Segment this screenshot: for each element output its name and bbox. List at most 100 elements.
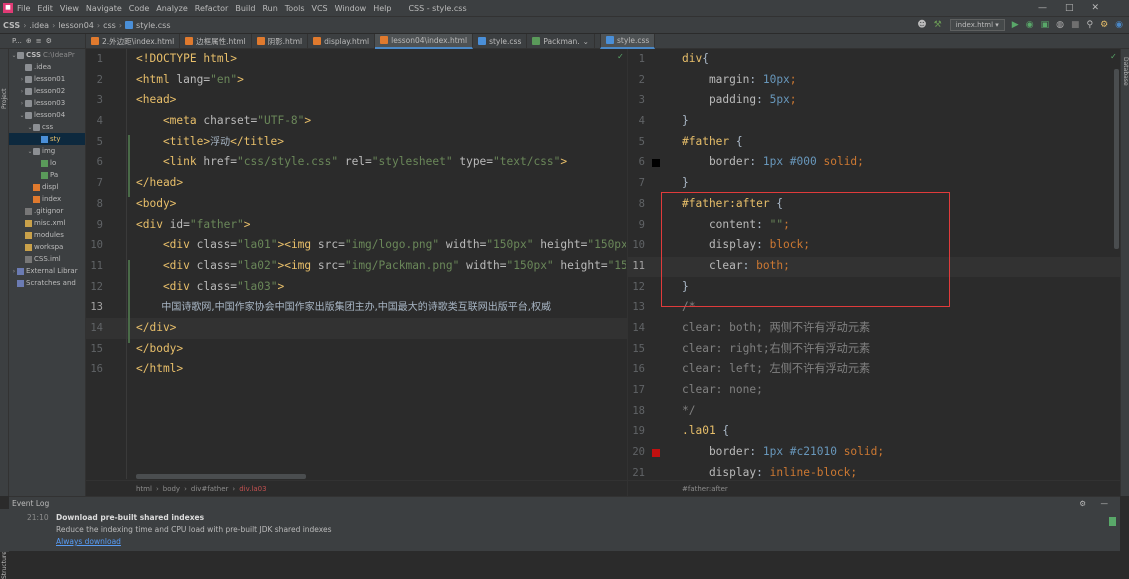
tree-item-lo[interactable]: lo	[9, 157, 85, 169]
code-line[interactable]: <meta charset="UTF-8">	[136, 111, 626, 132]
code-line[interactable]: <title>浮动</title>	[136, 132, 626, 153]
project-header-label[interactable]: P...	[12, 37, 22, 45]
tree-item-misc-xml[interactable]: misc.xml	[9, 217, 85, 229]
code-line[interactable]: <body>	[136, 194, 626, 215]
target-icon[interactable]: ⊕	[26, 37, 32, 45]
tab-display-html[interactable]: display.html	[308, 33, 376, 49]
inspection-ok-icon[interactable]: ✓	[1111, 52, 1116, 62]
tree-item-lesson03[interactable]: › lesson03	[9, 97, 85, 109]
collapse-icon[interactable]: ≡	[36, 37, 42, 45]
tree-item-css-iml[interactable]: CSS.iml	[9, 253, 85, 265]
profile-icon[interactable]: ◍	[1056, 20, 1064, 30]
menu-item-refactor[interactable]: Refactor	[195, 4, 229, 13]
window-controls[interactable]: —□✕	[1038, 3, 1117, 13]
menu-item-vcs[interactable]: VCS	[312, 4, 328, 13]
menu-item-analyze[interactable]: Analyze	[156, 4, 188, 13]
options-gear-icon[interactable]: ⚙	[46, 37, 52, 45]
tree-item-index[interactable]: index	[9, 193, 85, 205]
tree-item-lesson01[interactable]: › lesson01	[9, 73, 85, 85]
menu-item-build[interactable]: Build	[235, 4, 255, 13]
project-tool-tab[interactable]: Project	[1, 88, 8, 109]
updates-icon[interactable]: ◉	[1115, 20, 1123, 30]
settings-icon[interactable]: ⚙	[1100, 20, 1108, 30]
stop-icon[interactable]: ■	[1071, 20, 1080, 30]
run-config-select[interactable]: index.html ▾	[949, 19, 1005, 31]
menu-item-view[interactable]: View	[60, 4, 79, 13]
html-editor[interactable]: 1 2 3 4 5 6 7 8 9 10 11 12 13 14 15 16 <!DOCTYPE html> <…	[86, 49, 627, 496]
breadcrumb-item[interactable]: #father:after	[682, 485, 728, 493]
breadcrumb-item[interactable]: div#father	[191, 485, 229, 493]
tree-item-modules[interactable]: modules	[9, 229, 85, 241]
code-line[interactable]: clear: right;右侧不许有浮动元素	[682, 339, 1112, 360]
tree-item-img[interactable]: ⌄ img	[9, 145, 85, 157]
tab-2-index-html[interactable]: 2.外边距\index.html	[86, 33, 181, 49]
code-line[interactable]: </head>	[136, 173, 626, 194]
always-download-link[interactable]: Always download	[56, 537, 121, 546]
tab-style-css[interactable]: style.css	[473, 33, 528, 49]
vertical-scrollbar[interactable]	[1114, 69, 1119, 249]
menu-item-file[interactable]: File	[17, 4, 30, 13]
tree-item-lesson02[interactable]: › lesson02	[9, 85, 85, 97]
build-hammer-icon[interactable]: ⚒	[934, 20, 942, 30]
debug-icon[interactable]: ◉	[1026, 20, 1034, 30]
tree-item-css[interactable]: ⌄ CSS C:\IdeaPr	[9, 49, 85, 61]
tab-style-css[interactable]: style.css	[599, 33, 656, 49]
code-line[interactable]: <link href="css/style.css" rel="styleshe…	[136, 152, 626, 173]
inspection-ok-icon[interactable]: ✓	[618, 52, 623, 62]
tree-item-lesson04[interactable]: ⌄ lesson04	[9, 109, 85, 121]
breadcrumb-item[interactable]: body	[163, 485, 180, 493]
code-line[interactable]: </div>	[136, 318, 626, 339]
user-icon[interactable]: ☻	[917, 20, 926, 30]
code-line[interactable]: border: 1px #000 solid;	[682, 152, 1112, 173]
breadcrumb-item[interactable]: .idea	[29, 21, 49, 30]
code-line[interactable]: #father {	[682, 132, 1112, 153]
html-code[interactable]: <!DOCTYPE html> <html lang="en"> <head> <m…	[136, 49, 626, 380]
breadcrumb-item[interactable]: lesson04	[58, 21, 94, 30]
code-line[interactable]: <html lang="en">	[136, 70, 626, 91]
run-icon[interactable]: ▶	[1012, 20, 1019, 30]
tree-item--gitignor[interactable]: .gitignor	[9, 205, 85, 217]
code-line[interactable]: <head>	[136, 90, 626, 111]
tree-item-css[interactable]: ⌄ css	[9, 121, 85, 133]
code-line[interactable]: margin: 10px;	[682, 70, 1112, 91]
breadcrumb-item[interactable]: html	[136, 485, 152, 493]
search-icon[interactable]: ⚲	[1086, 20, 1093, 30]
code-line[interactable]: clear: none;	[682, 380, 1112, 401]
menu-item-help[interactable]: Help	[373, 4, 391, 13]
code-line[interactable]: <div class="la03">	[136, 277, 626, 298]
breadcrumb-item[interactable]: div.la03	[239, 485, 266, 493]
panel-controls[interactable]: ⚙ —	[1079, 499, 1114, 508]
breadcrumb-item[interactable]: CSS	[3, 21, 20, 30]
code-line[interactable]: <div id="father">	[136, 215, 626, 236]
code-line[interactable]: */	[682, 401, 1112, 422]
menu-item-run[interactable]: Run	[262, 4, 277, 13]
menu-item-window[interactable]: Window	[335, 4, 367, 13]
tab-overflow-icon[interactable]: ⌄	[583, 37, 589, 46]
tab--html[interactable]: 边框属性.html	[180, 33, 252, 49]
tab-lesson04-index-html[interactable]: lesson04\index.html	[375, 33, 474, 49]
menu-item-code[interactable]: Code	[129, 4, 149, 13]
code-line[interactable]: border: 1px #c21010 solid;	[682, 442, 1112, 463]
tab--html[interactable]: 阴影.html	[252, 33, 309, 49]
tab-packman-[interactable]: Packman. ⌄	[527, 33, 595, 49]
tree-item-pa[interactable]: Pa	[9, 169, 85, 181]
code-line[interactable]: }	[682, 173, 1112, 194]
tree-item-sty[interactable]: sty	[9, 133, 85, 145]
tree-item-scratches-and[interactable]: Scratches and	[9, 277, 85, 289]
code-line[interactable]: clear: both; 两侧不许有浮动元素	[682, 318, 1112, 339]
breadcrumb-item[interactable]: style.css	[136, 21, 170, 30]
code-line[interactable]: padding: 5px;	[682, 90, 1112, 111]
tree-item--idea[interactable]: .idea	[9, 61, 85, 73]
tree-item-external-librar[interactable]: › External Librar	[9, 265, 85, 277]
code-line[interactable]: <div class="la01"><img src="img/logo.png…	[136, 235, 626, 256]
code-line[interactable]: }	[682, 111, 1112, 132]
database-tool-tab[interactable]: Database	[1122, 57, 1129, 86]
code-line[interactable]: </html>	[136, 359, 626, 380]
code-line[interactable]: 中国诗歌网,中国作家协会中国作家出版集团主办,中国最大的诗歌类互联网出版平台,权…	[136, 297, 626, 318]
menu-item-edit[interactable]: Edit	[37, 4, 53, 13]
breadcrumb-item[interactable]: css	[103, 21, 116, 30]
tree-item-workspa[interactable]: workspa	[9, 241, 85, 253]
code-line[interactable]: .la01 {	[682, 421, 1112, 442]
horizontal-scrollbar[interactable]	[136, 474, 306, 479]
code-line[interactable]: <!DOCTYPE html>	[136, 49, 626, 70]
